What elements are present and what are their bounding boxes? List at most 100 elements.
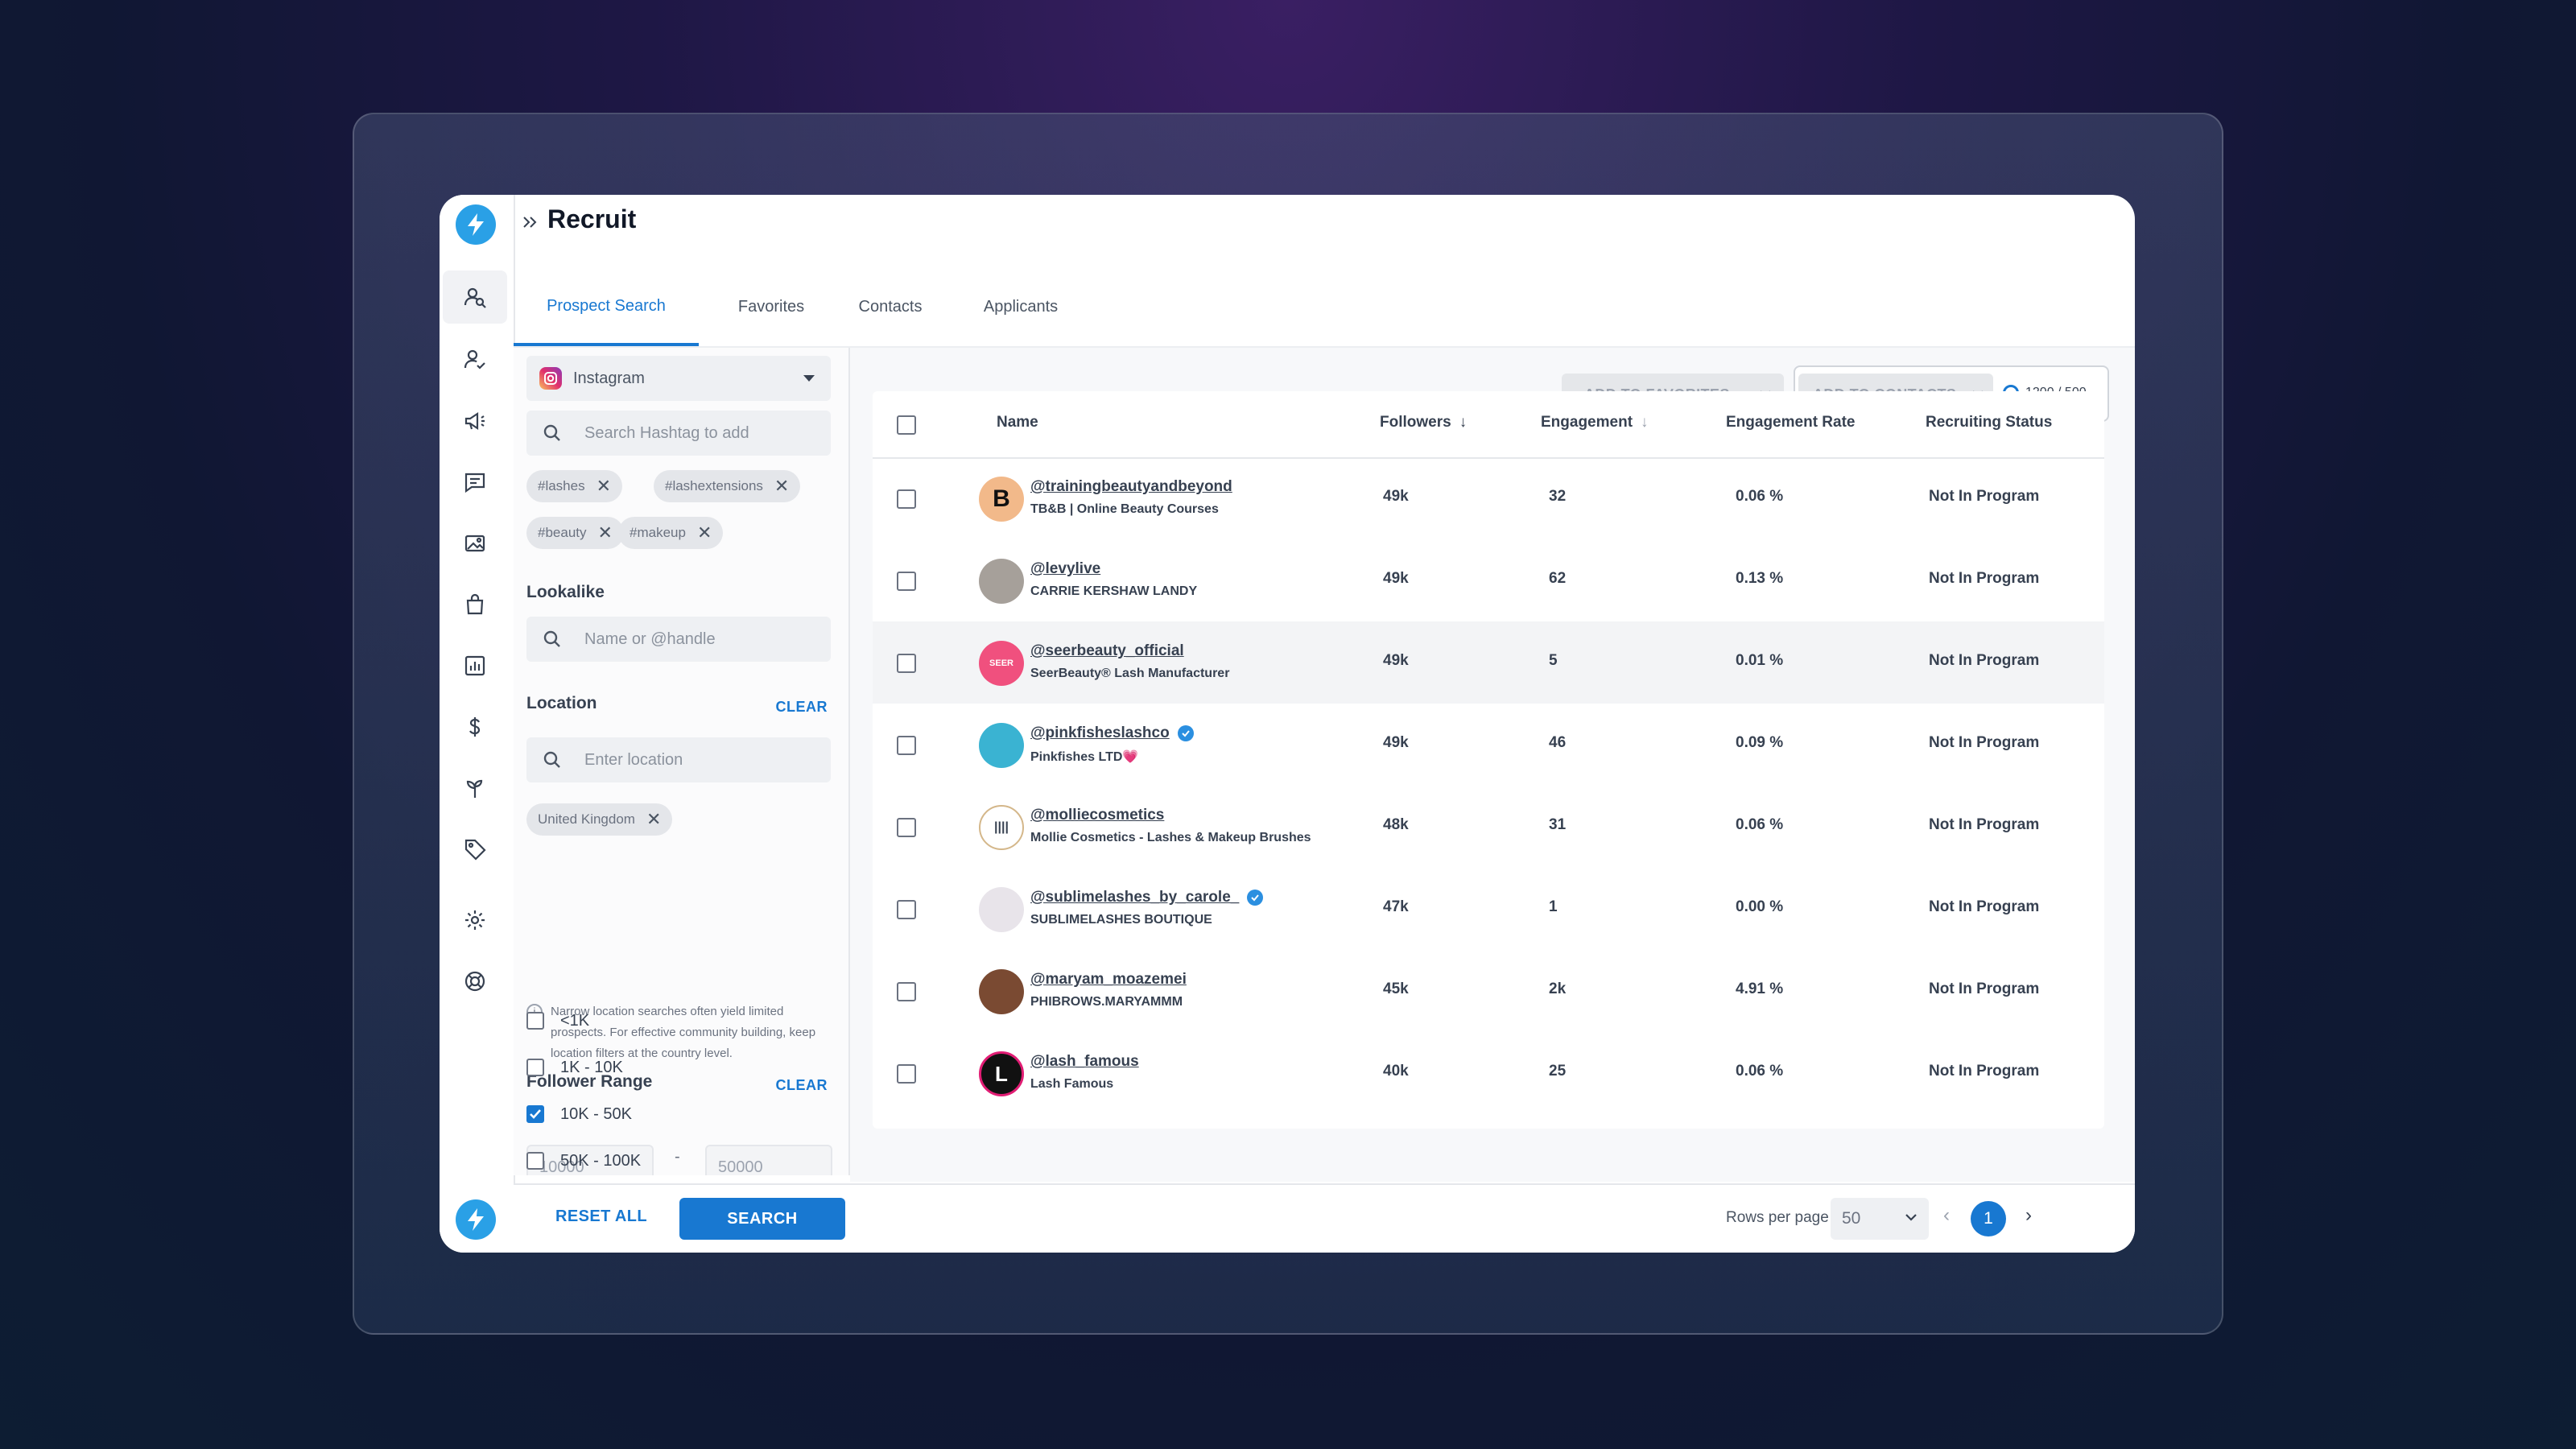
- avatar[interactable]: L: [979, 1051, 1024, 1096]
- table-row[interactable]: @sublimelashes_by_carole_ SUBLIMELASHES B…: [873, 868, 2104, 950]
- tab-favorites[interactable]: Favorites: [715, 269, 828, 345]
- hashtag-search-input[interactable]: Search Hashtag to add: [526, 411, 831, 456]
- hashtag-chip[interactable]: #lashextensions ✕: [654, 470, 801, 502]
- table-row[interactable]: @pinkfisheslashco Pinkfishes LTD💗 49k 46 0.0…: [873, 704, 2104, 786]
- followers-value: 45k: [1383, 980, 1409, 997]
- recruiting-status-value: Not In Program: [1929, 734, 2040, 751]
- remove-chip-icon[interactable]: ✕: [597, 477, 611, 495]
- current-page-button[interactable]: 1: [1971, 1201, 2006, 1236]
- avatar[interactable]: [979, 559, 1024, 604]
- recruiting-status-value: Not In Program: [1929, 898, 2040, 915]
- hashtag-chip[interactable]: #makeup ✕: [618, 517, 724, 549]
- profile-handle-link[interactable]: @levylive: [1030, 560, 1100, 578]
- nav-sprout-icon[interactable]: [443, 762, 507, 815]
- table-row[interactable]: L @lash_famous Lash Famous 40k 25 0.06 % Not I…: [873, 1032, 2104, 1114]
- profile-handle-link[interactable]: @molliecosmetics: [1030, 807, 1164, 824]
- avatar-text: ||||: [994, 820, 1009, 834]
- nav-settings-gear-icon[interactable]: [443, 894, 507, 947]
- nav-help-lifebuoy-icon[interactable]: [443, 955, 507, 1008]
- rows-per-page-select[interactable]: 50: [1831, 1198, 1929, 1240]
- avatar[interactable]: [979, 887, 1024, 932]
- row-checkbox[interactable]: [897, 1064, 916, 1084]
- tab-contacts[interactable]: Contacts: [834, 269, 947, 345]
- tab-applicants[interactable]: Applicants: [956, 269, 1085, 345]
- profile-handle-link[interactable]: @seerbeauty_official: [1030, 642, 1184, 660]
- header-name[interactable]: Name: [997, 414, 1038, 431]
- profile-name: TB&B | Online Beauty Courses: [1030, 502, 1219, 516]
- nav-megaphone-icon[interactable]: [443, 394, 507, 448]
- profile-handle-link[interactable]: @sublimelashes_by_carole_: [1030, 889, 1264, 906]
- range-max-input[interactable]: 50000: [705, 1145, 832, 1175]
- lookalike-input[interactable]: Name or @handle: [526, 617, 831, 662]
- row-checkbox[interactable]: [897, 900, 916, 919]
- profile-handle-link[interactable]: @pinkfisheslashco: [1030, 724, 1194, 742]
- prev-page-icon[interactable]: ‹: [1943, 1204, 1950, 1227]
- header-followers[interactable]: Followers ↓: [1380, 414, 1467, 431]
- header-engagement[interactable]: Engagement ↓: [1541, 414, 1649, 431]
- footer-brand-logo-icon[interactable]: [456, 1199, 496, 1240]
- hashtag-placeholder: Search Hashtag to add: [584, 423, 749, 442]
- info-icon: i: [526, 1004, 543, 1020]
- followers-value: 47k: [1383, 898, 1409, 915]
- remove-chip-icon[interactable]: ✕: [598, 524, 613, 542]
- range-min-input[interactable]: 10000: [526, 1145, 654, 1175]
- table-row[interactable]: @maryam_moazemei PHIBROWS.MARYAMMM 45k 2k 4.…: [873, 950, 2104, 1032]
- expand-sidebar-chevrons-icon[interactable]: [517, 206, 544, 238]
- search-button[interactable]: SEARCH: [679, 1198, 845, 1240]
- hashtag-chip[interactable]: #lashes ✕: [526, 470, 623, 502]
- avatar[interactable]: [979, 723, 1024, 768]
- location-clear-button[interactable]: CLEAR: [776, 699, 828, 716]
- engagement-value: 32: [1549, 488, 1567, 505]
- profile-name: Mollie Cosmetics - Lashes & Makeup Brush…: [1030, 831, 1311, 844]
- nav-prospect-search-icon[interactable]: [443, 270, 507, 324]
- remove-chip-icon[interactable]: ✕: [697, 524, 712, 542]
- avatar-text: B: [993, 485, 1010, 512]
- filter-panel: Instagram Search Hashtag to add #lashes ✕…: [514, 348, 850, 1175]
- nav-dollar-icon[interactable]: [443, 700, 507, 753]
- nav-bag-icon[interactable]: [443, 578, 507, 631]
- row-checkbox[interactable]: [897, 654, 916, 673]
- handle-text: @levylive: [1030, 560, 1101, 577]
- row-checkbox[interactable]: [897, 818, 916, 837]
- table-row[interactable]: B @trainingbeautyandbeyond TB&B | Online B…: [873, 457, 2104, 539]
- reset-all-button[interactable]: RESET ALL: [555, 1208, 647, 1226]
- nav-tag-icon[interactable]: [443, 823, 507, 876]
- platform-select[interactable]: Instagram: [526, 356, 831, 401]
- header-followers-label: Followers: [1380, 414, 1451, 431]
- avatar[interactable]: B: [979, 477, 1024, 522]
- location-input[interactable]: Enter location: [526, 737, 831, 782]
- follower-clear-button[interactable]: CLEAR: [776, 1077, 828, 1094]
- avatar[interactable]: [979, 969, 1024, 1014]
- location-note-text: Narrow location searches often yield lim…: [551, 1005, 816, 1060]
- nav-user-check-icon[interactable]: [443, 333, 507, 386]
- profile-name: SeerBeauty® Lash Manufacturer: [1030, 667, 1230, 680]
- tab-prospect-search[interactable]: Prospect Search: [514, 269, 699, 346]
- avatar[interactable]: ||||: [979, 805, 1024, 850]
- hashtag-chip[interactable]: #beauty ✕: [526, 517, 624, 549]
- engagement-rate-value: 0.09 %: [1736, 734, 1784, 751]
- remove-chip-icon[interactable]: ✕: [774, 477, 789, 495]
- nav-image-icon[interactable]: [443, 517, 507, 570]
- location-chip[interactable]: United Kingdom ✕: [526, 803, 673, 836]
- handle-text: @trainingbeautyandbeyond: [1030, 478, 1232, 495]
- remove-chip-icon[interactable]: ✕: [646, 811, 661, 828]
- row-checkbox[interactable]: [897, 572, 916, 591]
- profile-handle-link[interactable]: @maryam_moazemei: [1030, 971, 1187, 989]
- table-row[interactable]: |||| @molliecosmetics Mollie Cosmetics - L…: [873, 786, 2104, 868]
- table-row[interactable]: SEER @seerbeauty_official SeerBeauty® Lash…: [873, 621, 2104, 704]
- select-all-checkbox[interactable]: [897, 415, 916, 435]
- avatar[interactable]: SEER: [979, 641, 1024, 686]
- table-row[interactable]: @levylive CARRIE KERSHAW LANDY 49k 62 0.13 %…: [873, 539, 2104, 621]
- nav-messages-icon[interactable]: [443, 456, 507, 509]
- row-checkbox[interactable]: [897, 489, 916, 509]
- profile-handle-link[interactable]: @lash_famous: [1030, 1053, 1139, 1071]
- search-icon: [543, 751, 560, 768]
- row-checkbox[interactable]: [897, 736, 916, 755]
- recruiting-status-value: Not In Program: [1929, 980, 2040, 997]
- nav-chart-icon[interactable]: [443, 639, 507, 692]
- header-name-label: Name: [997, 414, 1038, 431]
- next-page-icon[interactable]: ›: [2025, 1204, 2032, 1227]
- profile-handle-link[interactable]: @trainingbeautyandbeyond: [1030, 478, 1232, 496]
- row-checkbox[interactable]: [897, 982, 916, 1001]
- brand-logo-icon[interactable]: [456, 204, 496, 245]
